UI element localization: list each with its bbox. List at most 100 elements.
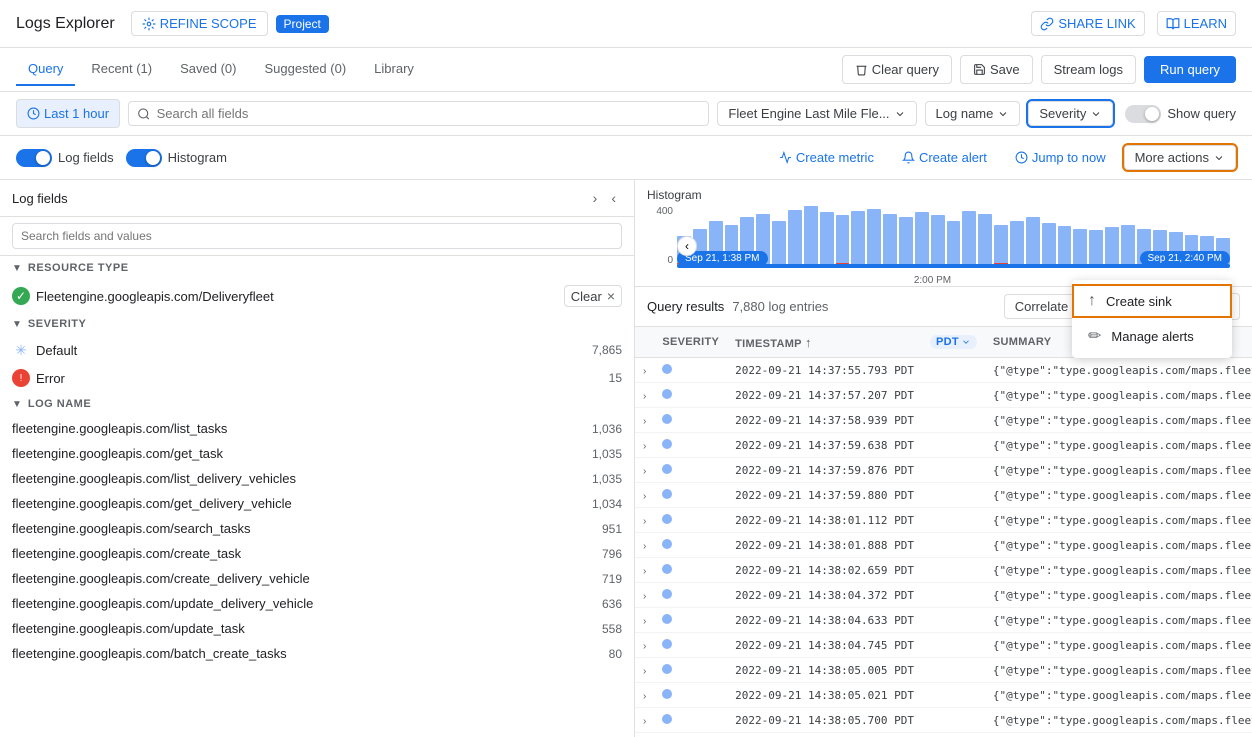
create-metric-button[interactable]: Create metric <box>769 146 884 169</box>
share-link-button[interactable]: SHARE LINK <box>1031 11 1144 36</box>
row-expand-14[interactable]: › <box>635 708 654 733</box>
row-expand-arrow-2[interactable]: › <box>643 416 646 427</box>
resource-filter-button[interactable]: Fleet Engine Last Mile Fle... <box>717 101 916 126</box>
severity-default-item[interactable]: ✳ Default 7,865 <box>0 336 634 364</box>
search-fields[interactable] <box>0 217 634 256</box>
log-name-item-5[interactable]: fleetengine.googleapis.com/create_task 7… <box>0 541 634 566</box>
more-actions-button[interactable]: More actions <box>1124 145 1236 170</box>
row-expand-arrow-11[interactable]: › <box>643 641 646 652</box>
jump-to-now-button[interactable]: Jump to now <box>1005 146 1116 169</box>
manage-alerts-item[interactable]: ✏ Manage alerts <box>1072 318 1232 354</box>
table-row[interactable]: › 2022-09-21 14:38:01.888 PDT {"@type":"… <box>635 533 1252 558</box>
histogram-nav-left-button[interactable]: ‹ <box>677 236 697 256</box>
save-button[interactable]: Save <box>960 55 1033 84</box>
log-name-item-6[interactable]: fleetengine.googleapis.com/create_delive… <box>0 566 634 591</box>
clear-query-button[interactable]: Clear query <box>842 55 952 84</box>
row-expand-arrow-12[interactable]: › <box>643 666 646 677</box>
tab-suggested[interactable]: Suggested (0) <box>252 53 358 86</box>
pdt-badge[interactable]: PDT <box>930 335 977 349</box>
show-query-switch[interactable] <box>1125 105 1161 123</box>
expand-right-icon[interactable]: › <box>587 188 604 208</box>
log-name-item-3[interactable]: fleetengine.googleapis.com/get_delivery_… <box>0 491 634 516</box>
histogram-switch[interactable] <box>126 149 162 167</box>
log-fields-switch[interactable] <box>16 149 52 167</box>
row-expand-arrow-1[interactable]: › <box>643 391 646 402</box>
table-row[interactable]: › 2022-09-21 14:38:01.112 PDT {"@type":"… <box>635 508 1252 533</box>
time-end-handle[interactable]: Sep 21, 2:40 PM <box>1140 249 1231 264</box>
table-row[interactable]: › 2022-09-21 14:38:04.745 PDT {"@type":"… <box>635 633 1252 658</box>
row-expand-arrow-9[interactable]: › <box>643 591 646 602</box>
table-row[interactable]: › 2022-09-21 14:38:04.633 PDT {"@type":"… <box>635 608 1252 633</box>
create-alert-button[interactable]: Create alert <box>892 146 997 169</box>
row-expand-4[interactable]: › <box>635 458 654 483</box>
table-row[interactable]: › 2022-09-21 14:38:05.700 PDT {"@type":"… <box>635 708 1252 733</box>
clear-resource-button[interactable]: Clear × <box>564 285 622 307</box>
show-query-toggle[interactable]: Show query <box>1125 105 1236 123</box>
row-expand-arrow-3[interactable]: › <box>643 441 646 452</box>
row-expand-arrow-10[interactable]: › <box>643 616 646 627</box>
row-expand-3[interactable]: › <box>635 433 654 458</box>
row-expand-8[interactable]: › <box>635 558 654 583</box>
row-expand-13[interactable]: › <box>635 683 654 708</box>
create-sink-item[interactable]: ↑ Create sink <box>1072 284 1232 318</box>
log-fields-toggle[interactable]: Log fields <box>16 149 114 167</box>
log-name-group-header[interactable]: ▼ LOG NAME <box>0 392 634 416</box>
search-input[interactable] <box>157 106 701 121</box>
refine-scope-button[interactable]: REFINE SCOPE <box>131 11 268 36</box>
run-query-button[interactable]: Run query <box>1144 56 1236 83</box>
log-name-item-8[interactable]: fleetengine.googleapis.com/update_task 5… <box>0 616 634 641</box>
log-name-item-2[interactable]: fleetengine.googleapis.com/list_delivery… <box>0 466 634 491</box>
tab-library[interactable]: Library <box>362 53 426 86</box>
row-expand-9[interactable]: › <box>635 583 654 608</box>
learn-button[interactable]: LEARN <box>1157 11 1236 36</box>
table-row[interactable]: › 2022-09-21 14:37:59.638 PDT {"@type":"… <box>635 433 1252 458</box>
tab-query[interactable]: Query <box>16 53 75 86</box>
table-row[interactable]: › 2022-09-21 14:38:05.005 PDT {"@type":"… <box>635 658 1252 683</box>
collapse-left-icon[interactable]: ‹ <box>605 188 622 208</box>
table-row[interactable]: › 2022-09-21 14:37:57.207 PDT {"@type":"… <box>635 383 1252 408</box>
row-expand-arrow-5[interactable]: › <box>643 491 646 502</box>
stream-logs-button[interactable]: Stream logs <box>1041 55 1136 84</box>
severity-button[interactable]: Severity <box>1028 101 1113 126</box>
row-expand-12[interactable]: › <box>635 658 654 683</box>
resource-type-header[interactable]: ▼ RESOURCE TYPE <box>0 256 634 280</box>
table-row[interactable]: › 2022-09-21 14:37:55.793 PDT {"@type":"… <box>635 358 1252 383</box>
row-expand-arrow-4[interactable]: › <box>643 466 646 477</box>
row-expand-6[interactable]: › <box>635 508 654 533</box>
log-name-item-1[interactable]: fleetengine.googleapis.com/get_task 1,03… <box>0 441 634 466</box>
search-fields-input[interactable] <box>12 223 622 249</box>
table-row[interactable]: › 2022-09-21 14:38:04.372 PDT {"@type":"… <box>635 583 1252 608</box>
row-expand-arrow-0[interactable]: › <box>643 366 646 377</box>
table-row[interactable]: › 2022-09-21 14:37:59.880 PDT {"@type":"… <box>635 483 1252 508</box>
resource-type-item[interactable]: ✓ Fleetengine.googleapis.com/Deliveryfle… <box>0 280 634 312</box>
histogram-toggle[interactable]: Histogram <box>126 149 227 167</box>
row-expand-arrow-7[interactable]: › <box>643 541 646 552</box>
search-box[interactable] <box>128 101 709 126</box>
row-expand-2[interactable]: › <box>635 408 654 433</box>
table-row[interactable]: › 2022-09-21 14:38:05.021 PDT {"@type":"… <box>635 683 1252 708</box>
row-expand-1[interactable]: › <box>635 383 654 408</box>
timestamp-col-header[interactable]: TIMESTAMP ↑ <box>727 327 922 358</box>
tab-recent[interactable]: Recent (1) <box>79 53 164 86</box>
table-row[interactable]: › 2022-09-21 14:37:58.939 PDT {"@type":"… <box>635 408 1252 433</box>
row-expand-arrow-14[interactable]: › <box>643 716 646 727</box>
severity-group-header[interactable]: ▼ SEVERITY <box>0 312 634 336</box>
log-name-button[interactable]: Log name <box>925 101 1021 126</box>
time-range-button[interactable]: Last 1 hour <box>16 99 120 128</box>
table-row[interactable]: › 2022-09-21 14:37:59.876 PDT {"@type":"… <box>635 458 1252 483</box>
table-row[interactable]: › 2022-09-21 14:38:02.659 PDT {"@type":"… <box>635 558 1252 583</box>
tab-saved[interactable]: Saved (0) <box>168 53 248 86</box>
row-expand-7[interactable]: › <box>635 533 654 558</box>
table-row[interactable]: › 2022-09-21 14:38:05.717 PDT {"@type":"… <box>635 733 1252 737</box>
row-expand-0[interactable]: › <box>635 358 654 383</box>
row-expand-arrow-6[interactable]: › <box>643 516 646 527</box>
row-expand-10[interactable]: › <box>635 608 654 633</box>
row-expand-arrow-8[interactable]: › <box>643 566 646 577</box>
log-name-item-7[interactable]: fleetengine.googleapis.com/update_delive… <box>0 591 634 616</box>
log-name-item-0[interactable]: fleetengine.googleapis.com/list_tasks 1,… <box>0 416 634 441</box>
row-expand-11[interactable]: › <box>635 633 654 658</box>
row-expand-arrow-13[interactable]: › <box>643 691 646 702</box>
row-expand-15[interactable]: › <box>635 733 654 737</box>
row-expand-5[interactable]: › <box>635 483 654 508</box>
log-name-item-9[interactable]: fleetengine.googleapis.com/batch_create_… <box>0 641 634 666</box>
